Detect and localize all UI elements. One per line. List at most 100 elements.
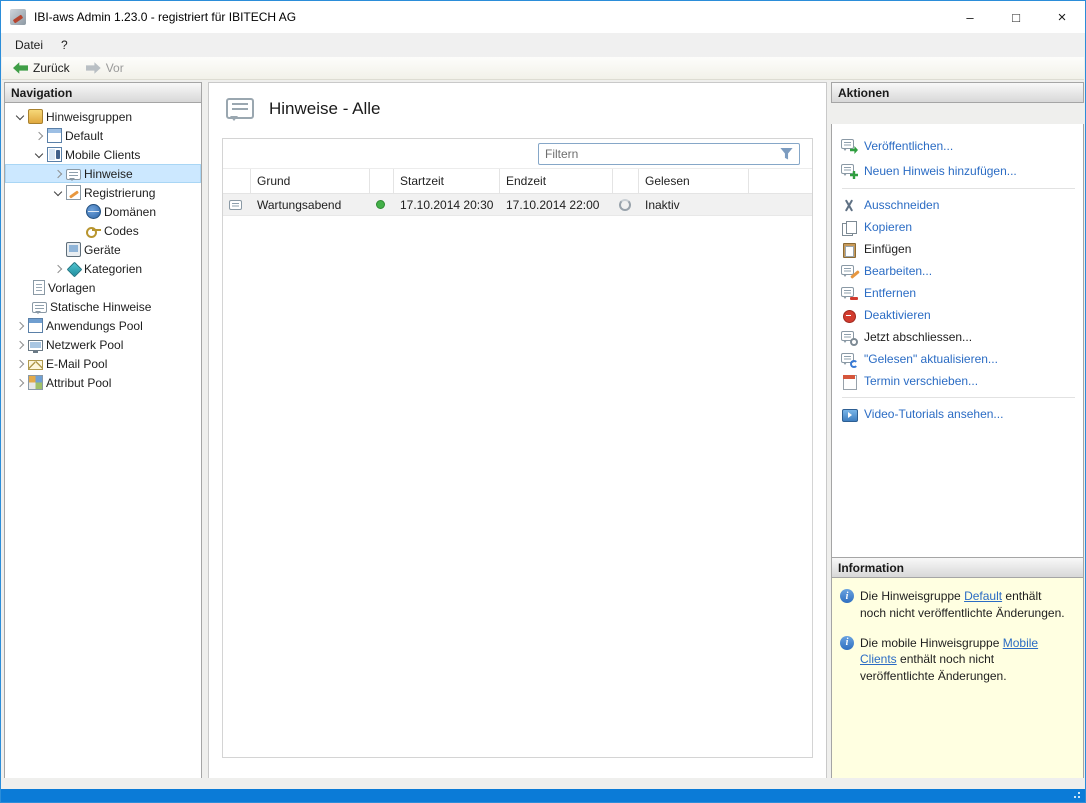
expander-icon[interactable]	[13, 110, 27, 124]
action-ausschneiden[interactable]: Ausschneiden	[841, 194, 1076, 216]
tree-item-domaenen[interactable]: Domänen	[5, 202, 201, 221]
action-jetzt-abschliessen[interactable]: Jetzt abschliessen...	[841, 326, 1076, 348]
tree-item-statische-hinweise[interactable]: Statische Hinweise	[5, 297, 201, 316]
navigation-panel: Navigation Hinweisgruppen Default Mobile…	[4, 82, 202, 780]
window-controls: – □ ×	[947, 1, 1085, 33]
tree-item-label: Kategorien	[84, 262, 142, 276]
copy-icon	[841, 220, 858, 235]
column-status[interactable]	[370, 169, 394, 193]
column-gelesen[interactable]: Gelesen	[639, 169, 749, 193]
tree-item-email-pool[interactable]: E-Mail Pool	[5, 354, 201, 373]
table-row[interactable]: Wartungsabend 17.10.2014 20:30 17.10.201…	[223, 194, 812, 216]
default-group-icon	[47, 128, 62, 143]
tree-item-label: Vorlagen	[48, 281, 95, 295]
action-deaktivieren[interactable]: Deaktivieren	[841, 304, 1076, 326]
tree-item-label: Domänen	[104, 205, 156, 219]
action-einfuegen[interactable]: Einfügen	[841, 238, 1076, 260]
resize-grip[interactable]	[1078, 796, 1080, 798]
action-veroeffentlichen[interactable]: Veröffentlichen...	[841, 133, 1076, 158]
tree-item-anwendungs-pool[interactable]: Anwendungs Pool	[5, 316, 201, 335]
remove-icon	[841, 286, 858, 301]
geraete-icon	[66, 242, 81, 257]
forward-button-label: Vor	[106, 61, 124, 75]
expander-icon[interactable]	[13, 319, 27, 333]
tree-item-label: Hinweisgruppen	[46, 110, 132, 124]
publish-icon	[841, 138, 858, 153]
tree-item-label: Anwendungs Pool	[46, 319, 143, 333]
column-startzeit[interactable]: Startzeit	[394, 169, 500, 193]
tree-item-label: Registrierung	[84, 186, 155, 200]
back-button-label: Zurück	[33, 61, 70, 75]
minimize-button[interactable]: –	[947, 1, 993, 33]
tree-item-label: E-Mail Pool	[46, 357, 107, 371]
expander-icon	[51, 243, 65, 257]
attribut-pool-icon	[28, 375, 43, 390]
window-background	[2, 778, 1084, 789]
action-bearbeiten[interactable]: Bearbeiten...	[841, 260, 1076, 282]
filter-input[interactable]	[539, 147, 780, 161]
close-button[interactable]: ×	[1039, 1, 1085, 33]
actions-separator	[842, 397, 1075, 398]
column-filler	[749, 169, 812, 193]
maximize-icon: □	[1012, 10, 1020, 25]
gelesen-status-icon	[619, 199, 631, 211]
expander-icon[interactable]	[32, 148, 46, 162]
tree-item-default[interactable]: Default	[5, 126, 201, 145]
default-group-link[interactable]: Default	[964, 589, 1002, 603]
expander-icon[interactable]	[32, 129, 46, 143]
maximize-button[interactable]: □	[993, 1, 1039, 33]
action-kopieren[interactable]: Kopieren	[841, 216, 1076, 238]
filter-icon[interactable]	[780, 148, 793, 160]
tree-item-label: Netzwerk Pool	[46, 338, 123, 352]
expander-icon[interactable]	[51, 186, 65, 200]
column-gelesen-icon[interactable]	[613, 169, 639, 193]
registrierung-icon	[66, 185, 81, 200]
tree-item-registrierung[interactable]: Registrierung	[5, 183, 201, 202]
tree-item-mobile-clients[interactable]: Mobile Clients	[5, 145, 201, 164]
tree-item-attribut-pool[interactable]: Attribut Pool	[5, 373, 201, 392]
action-neuen-hinweis-hinzufuegen[interactable]: Neuen Hinweis hinzufügen...	[841, 158, 1076, 183]
cell-grund: Wartungsabend	[251, 194, 370, 215]
tree-item-geraete[interactable]: Geräte	[5, 240, 201, 259]
window-title: IBI-aws Admin 1.23.0 - registriert für I…	[34, 10, 296, 24]
tree-item-hinweisgruppen[interactable]: Hinweisgruppen	[5, 107, 201, 126]
cell-gelesen: Inaktiv	[639, 194, 749, 215]
expander-icon[interactable]	[13, 376, 27, 390]
anwendungs-pool-icon	[28, 318, 43, 333]
edit-icon	[841, 264, 858, 279]
tree-item-hinweise[interactable]: Hinweise	[5, 164, 201, 183]
hinweise-page-icon	[226, 98, 254, 119]
action-termin-verschieben[interactable]: Termin verschieben...	[841, 370, 1076, 392]
menu-datei[interactable]: Datei	[6, 35, 52, 55]
expander-icon[interactable]	[13, 338, 27, 352]
finish-now-icon	[841, 330, 858, 345]
tree-item-codes[interactable]: Codes	[5, 221, 201, 240]
forward-button[interactable]: Vor	[79, 59, 131, 77]
column-grund[interactable]: Grund	[251, 169, 370, 193]
tree-item-netzwerk-pool[interactable]: Netzwerk Pool	[5, 335, 201, 354]
tree-item-label: Statische Hinweise	[50, 300, 151, 314]
kategorien-icon	[66, 261, 81, 276]
expander-icon[interactable]	[51, 167, 65, 181]
expander-icon[interactable]	[51, 262, 65, 276]
column-endzeit[interactable]: Endzeit	[500, 169, 613, 193]
action-video-tutorials[interactable]: Video-Tutorials ansehen...	[841, 403, 1076, 425]
filter-box[interactable]	[538, 143, 800, 165]
column-icon[interactable]	[223, 169, 251, 193]
expander-icon[interactable]	[13, 357, 27, 371]
navigation-tree: Hinweisgruppen Default Mobile Clients Hi…	[4, 103, 202, 780]
cut-icon	[841, 198, 858, 213]
paste-icon	[841, 242, 858, 257]
back-button[interactable]: Zurück	[6, 59, 77, 77]
main-header: Hinweise - Alle	[209, 83, 826, 119]
netzwerk-pool-icon	[28, 340, 43, 351]
tree-item-vorlagen[interactable]: Vorlagen	[5, 278, 201, 297]
action-gelesen-aktualisieren[interactable]: "Gelesen" aktualisieren...	[841, 348, 1076, 370]
video-icon	[841, 407, 858, 422]
tree-item-kategorien[interactable]: Kategorien	[5, 259, 201, 278]
menu-help[interactable]: ?	[52, 35, 77, 55]
cell-startzeit: 17.10.2014 20:30	[394, 194, 500, 215]
information-panel: Information i Die Hinweisgruppe Default …	[831, 557, 1084, 780]
page-title: Hinweise - Alle	[269, 99, 381, 119]
action-entfernen[interactable]: Entfernen	[841, 282, 1076, 304]
